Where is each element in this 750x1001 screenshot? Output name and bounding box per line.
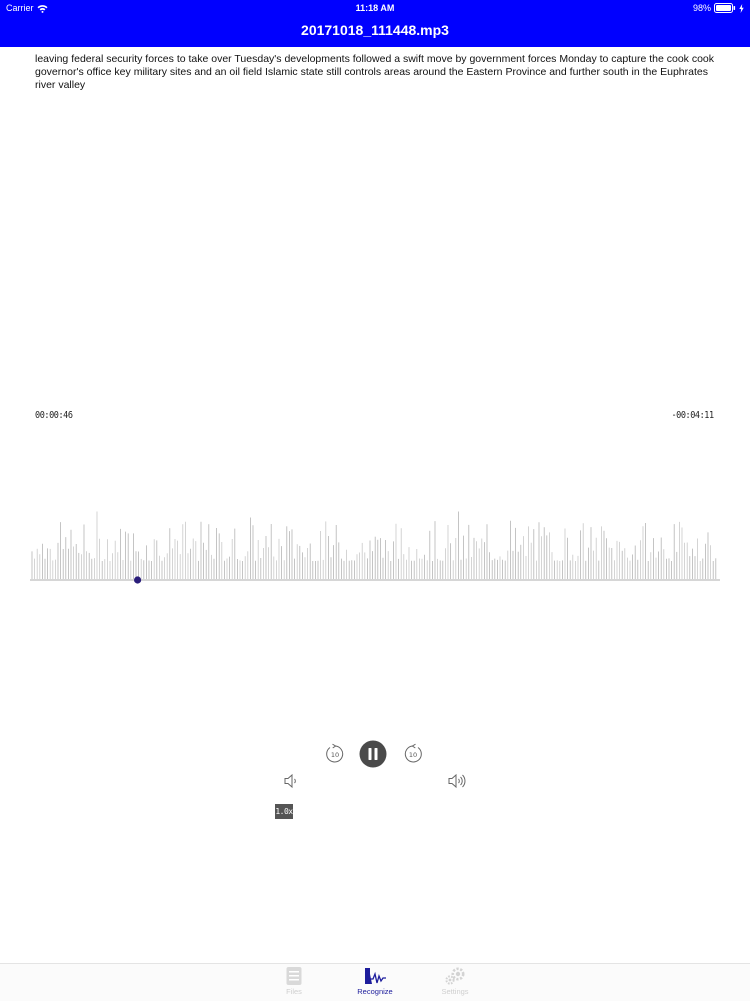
tab-recognize-label: Recognize <box>357 987 393 996</box>
gear-icon <box>445 967 465 985</box>
status-right: 98% <box>693 0 744 16</box>
file-title: 20171018_111448.mp3 <box>301 22 449 38</box>
playback-speed-button[interactable]: 1.0x <box>275 804 293 819</box>
volume-up-icon <box>448 773 466 789</box>
rewind-10-icon: 10 <box>326 743 344 763</box>
battery-icon <box>714 3 736 13</box>
forward-10-icon: 10 <box>404 743 422 763</box>
pause-button[interactable] <box>359 740 387 768</box>
elapsed-time: 00:00:46 <box>35 410 73 421</box>
tab-recognize[interactable]: Recognize <box>345 964 405 1001</box>
battery-percent: 98% <box>692 3 711 13</box>
files-icon <box>286 967 302 985</box>
tab-files-label: Files <box>286 987 302 996</box>
header: Carrier 11:18 AM 98% 20171018_111448.mp3 <box>0 0 750 47</box>
recognize-icon <box>365 968 386 984</box>
forward-10-button[interactable]: 10 <box>402 743 424 765</box>
svg-text:10: 10 <box>331 751 339 759</box>
charging-icon <box>739 3 744 13</box>
rewind-10-button[interactable]: 10 <box>324 743 346 765</box>
volume-up-button[interactable] <box>447 772 467 790</box>
waveform-bars <box>31 511 717 579</box>
tab-settings-label: Settings <box>441 987 469 996</box>
volume-down-icon <box>284 773 296 789</box>
playback-controls: 10 10 1.0x <box>0 0 750 1000</box>
tab-files[interactable]: Files <box>264 964 324 1001</box>
transcript-text: leaving federal security forces to take … <box>35 53 715 92</box>
status-bar: Carrier 11:18 AM 98% <box>0 0 750 16</box>
pause-icon <box>359 740 387 768</box>
volume-down-button[interactable] <box>283 772 299 790</box>
svg-text:10: 10 <box>409 751 417 759</box>
status-time: 11:18 AM <box>355 3 395 13</box>
remaining-time: -00:04:11 <box>671 410 715 421</box>
playhead-handle[interactable] <box>134 576 142 584</box>
tab-bar: Files Recognize Settings <box>0 963 750 1001</box>
waveform-graphic <box>30 511 720 584</box>
tab-settings[interactable]: Settings <box>425 964 485 1001</box>
waveform-scrubber[interactable] <box>30 505 720 585</box>
